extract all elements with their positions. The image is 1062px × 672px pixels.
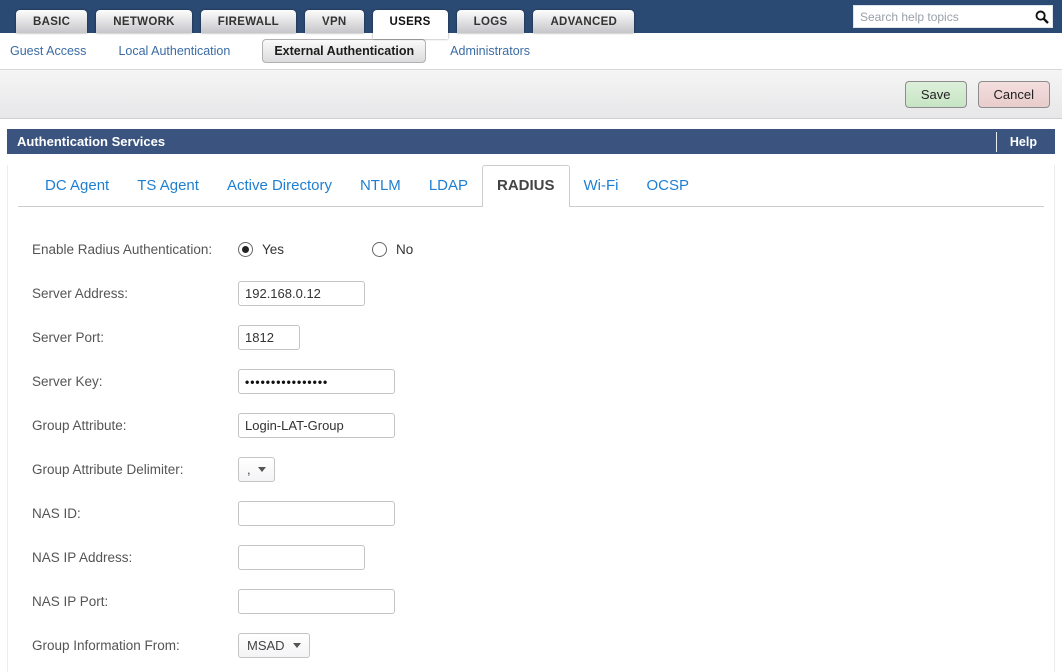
radio-label-no: No (396, 242, 413, 257)
chevron-down-icon (258, 467, 266, 472)
field-label-group-attribute: Group Attribute: (32, 418, 238, 433)
form-row-server-key: Server Key: (32, 369, 1054, 394)
tab-dc-agent[interactable]: DC Agent (31, 166, 123, 206)
group-attribute-input[interactable] (238, 413, 395, 438)
field-label-nas-ip-port: NAS IP Port: (32, 594, 238, 609)
nas-ip-port-input[interactable] (238, 589, 395, 614)
field-label-server-key: Server Key: (32, 374, 238, 389)
action-toolbar: Save Cancel (0, 69, 1062, 119)
save-button[interactable]: Save (905, 81, 967, 108)
authentication-services-panel: Authentication Services Help DC AgentTS … (7, 129, 1055, 672)
sub-nav-item-external-authentication[interactable]: External Authentication (262, 39, 426, 63)
nas-id-input[interactable] (238, 501, 395, 526)
field-label-server-address: Server Address: (32, 286, 238, 301)
select-value: MSAD (247, 638, 285, 653)
search-icon[interactable] (1032, 6, 1052, 27)
form-row-nas-ip-port: NAS IP Port: (32, 589, 1054, 614)
tab-wi-fi[interactable]: Wi-Fi (570, 166, 633, 206)
radius-form: Enable Radius Authentication: Yes No Server… (8, 207, 1054, 672)
cancel-button[interactable]: Cancel (978, 81, 1050, 108)
nav-tab-vpn[interactable]: VPN (305, 10, 364, 33)
help-search (853, 5, 1053, 28)
nav-tab-advanced[interactable]: ADVANCED (533, 10, 634, 33)
form-row-group-attribute: Group Attribute: (32, 413, 1054, 438)
server-port-input[interactable] (238, 325, 300, 350)
tab-active-directory[interactable]: Active Directory (213, 166, 346, 206)
tab-ldap[interactable]: LDAP (415, 166, 482, 206)
nav-tab-firewall[interactable]: FIREWALL (201, 10, 296, 33)
panel-header: Authentication Services Help (7, 129, 1055, 154)
sub-nav: Guest Access Local Authentication External… (0, 33, 1062, 69)
panel-body: DC AgentTS AgentActive DirectoryNTLMLDAP… (7, 165, 1055, 672)
form-row-group-attribute-delimiter: Group Attribute Delimiter:, (32, 457, 1054, 482)
radio-label-yes: Yes (262, 242, 284, 257)
group-information-from-select[interactable]: MSAD (238, 633, 310, 658)
sub-nav-item-local-authentication[interactable]: Local Authentication (118, 44, 230, 58)
chevron-down-icon (293, 643, 301, 648)
field-label-nas-ip-address: NAS IP Address: (32, 550, 238, 565)
tab-ocsp[interactable]: OCSP (633, 166, 704, 206)
help-link[interactable]: Help (996, 132, 1055, 152)
field-label-server-port: Server Port: (32, 330, 238, 345)
nas-ip-address-input[interactable] (238, 545, 365, 570)
auth-tab-strip: DC AgentTS AgentActive DirectoryNTLMLDAP… (18, 165, 1044, 207)
field-label-enable-radius-authentication: Enable Radius Authentication: (32, 242, 238, 257)
page-title: Authentication Services (17, 134, 165, 149)
form-row-nas-ip-address: NAS IP Address: (32, 545, 1054, 570)
search-input[interactable] (854, 6, 1032, 27)
server-key-input[interactable] (238, 369, 395, 394)
form-row-server-address: Server Address: (32, 281, 1054, 306)
enable-radius-authentication-option-no[interactable]: No (372, 242, 413, 257)
nav-tab-logs[interactable]: LOGS (457, 10, 525, 33)
field-label-nas-id: NAS ID: (32, 506, 238, 521)
enable-radius-authentication-radio-yes[interactable] (238, 242, 253, 257)
field-label-group-attribute-delimiter: Group Attribute Delimiter: (32, 462, 238, 477)
group-attribute-delimiter-select[interactable]: , (238, 457, 275, 482)
top-nav: BASICNETWORKFIREWALLVPNUSERSLOGSADVANCED (0, 0, 1062, 33)
select-value: , (247, 462, 251, 477)
enable-radius-authentication-radio-no[interactable] (372, 242, 387, 257)
nav-tab-users[interactable]: USERS (373, 10, 448, 39)
form-row-nas-id: NAS ID: (32, 501, 1054, 526)
sub-nav-item-guest-access[interactable]: Guest Access (10, 44, 86, 58)
nav-tab-network[interactable]: NETWORK (96, 10, 192, 33)
nav-tab-basic[interactable]: BASIC (16, 10, 87, 33)
tab-radius[interactable]: RADIUS (482, 165, 570, 207)
form-row-server-port: Server Port: (32, 325, 1054, 350)
tab-ts-agent[interactable]: TS Agent (123, 166, 213, 206)
form-row-enable-radius-authentication: Enable Radius Authentication: Yes No (32, 237, 1054, 262)
server-address-input[interactable] (238, 281, 365, 306)
form-row-group-information-from: Group Information From: MSAD (32, 633, 1054, 658)
enable-radius-authentication-option-yes[interactable]: Yes (238, 242, 284, 257)
field-label-group-information-from: Group Information From: (32, 638, 238, 653)
tab-ntlm[interactable]: NTLM (346, 166, 415, 206)
sub-nav-item-administrators[interactable]: Administrators (450, 44, 530, 58)
